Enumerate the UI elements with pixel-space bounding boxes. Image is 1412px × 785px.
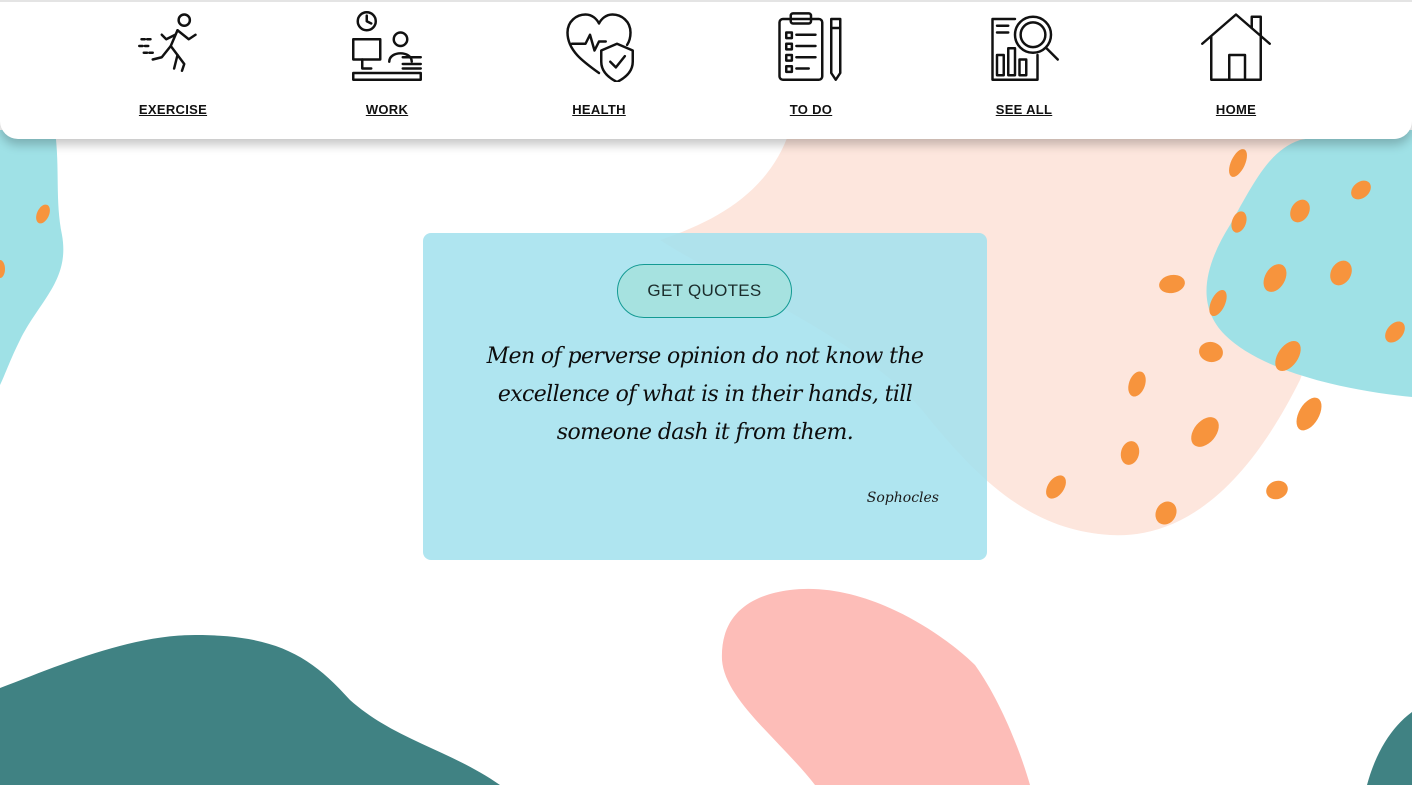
- nav-label-see-all: SEE ALL: [995, 102, 1053, 117]
- nav-label-home: HOME: [1215, 102, 1257, 117]
- quote-author: Sophocles: [866, 490, 939, 506]
- cyan-blob-left: [0, 130, 64, 385]
- nav-item-todo[interactable]: TO DO: [731, 10, 891, 130]
- quote-text: Men of perverse opinion do not know the …: [486, 344, 924, 445]
- quote-card: GET QUOTES Men of perverse opinion do no…: [423, 233, 987, 560]
- nav-item-exercise[interactable]: EXERCISE: [93, 10, 253, 130]
- pink-blob: [721, 588, 1030, 785]
- house-icon: [1200, 10, 1272, 82]
- nav-item-see-all[interactable]: SEE ALL: [944, 10, 1104, 130]
- teal-blob-right: [1367, 712, 1412, 785]
- heart-shield-icon: [563, 10, 635, 82]
- running-person-icon: [137, 10, 209, 82]
- nav-label-health: HEALTH: [572, 102, 626, 117]
- report-magnifier-icon: [988, 10, 1060, 82]
- teal-blob-left: [0, 635, 500, 785]
- get-quotes-button[interactable]: GET QUOTES: [617, 264, 792, 318]
- top-navigation-bar: EXERCISE WORK HEALTH TO DO SEE ALL HOME: [0, 0, 1412, 139]
- nav-item-health[interactable]: HEALTH: [519, 10, 679, 130]
- nav-label-todo: TO DO: [789, 102, 833, 117]
- nav-label-work: WORK: [365, 102, 409, 117]
- office-desk-clock-icon: [351, 10, 423, 82]
- nav-label-exercise: EXERCISE: [138, 102, 208, 117]
- clipboard-checklist-icon: [775, 10, 847, 82]
- nav-item-work[interactable]: WORK: [307, 10, 467, 130]
- nav-item-home[interactable]: HOME: [1156, 10, 1316, 130]
